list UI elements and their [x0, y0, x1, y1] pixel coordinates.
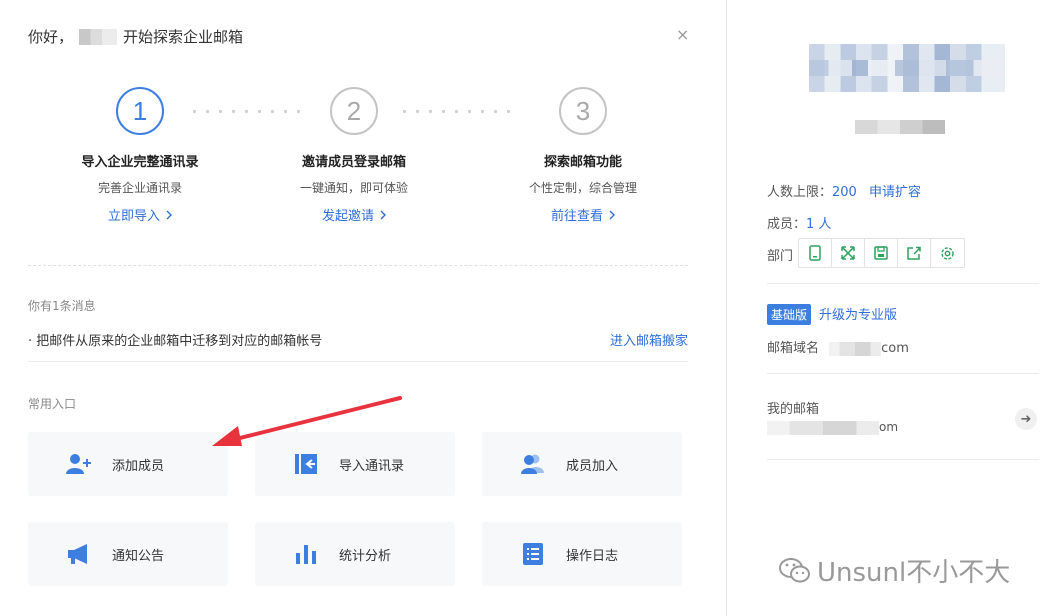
add-user-icon	[66, 451, 92, 477]
step-1-number: 1	[116, 87, 164, 135]
divider	[28, 265, 688, 266]
arrow-right-icon[interactable]: ➜	[1015, 408, 1037, 430]
statistics-icon	[293, 541, 319, 567]
step-1-link-label: 立即导入	[107, 209, 160, 224]
members-row: 成员：1 人	[767, 213, 831, 232]
message-item: · 把邮件从原来的企业邮箱中迁移到对应的邮箱帐号	[28, 334, 323, 349]
messages-label: 你有1条消息	[28, 299, 96, 313]
import-contacts-label: 导入通讯录	[339, 458, 405, 474]
upgrade-link[interactable]: 升级为专业版	[819, 308, 897, 323]
blurred-org-logo	[809, 60, 1005, 76]
step-2-number: 2	[330, 87, 378, 135]
org-info-panel: 人数上限：200 申请扩容 成员：1 人 部门 基础版 升级为专业版 邮箱域名 c…	[727, 0, 1053, 616]
watermark: Unsunl不小不大	[779, 552, 1010, 589]
step-3-link[interactable]: 前往查看	[551, 205, 615, 224]
save-icon[interactable]	[865, 239, 898, 267]
watermark-text: Unsunl不小不大	[817, 558, 1011, 588]
members-join-tile[interactable]: 成员加入	[482, 432, 682, 496]
blurred-username	[79, 28, 118, 45]
members-label: 成员：	[767, 217, 807, 232]
wechat-icon	[779, 557, 810, 582]
phone-icon[interactable]	[799, 239, 832, 267]
expand-icon[interactable]	[832, 239, 865, 267]
add-member-tile[interactable]: 添加成员	[28, 432, 228, 496]
edition-row: 基础版 升级为专业版	[767, 304, 897, 325]
step-2-link-label: 发起邀请	[321, 209, 374, 224]
onboarding-panel: 你好， 开始探索企业邮箱 × 1 导入企业完整通讯录 完善企业通讯录 立即导入 …	[0, 0, 726, 616]
domain-suffix: com	[881, 341, 909, 356]
apply-expansion-link[interactable]: 申请扩容	[869, 185, 921, 200]
blurred-mailbox-address	[767, 420, 879, 435]
members-join-label: 成员加入	[566, 458, 619, 474]
statistics-tile[interactable]: 统计分析	[255, 522, 455, 586]
announcement-tile[interactable]: 通知公告	[28, 522, 228, 586]
mailbox-suffix: om	[879, 420, 899, 434]
quota-row: 人数上限：200 申请扩容	[767, 181, 921, 200]
divider	[767, 283, 1039, 284]
members-join-icon	[520, 451, 546, 477]
edition-badge: 基础版	[767, 304, 812, 325]
statistics-label: 统计分析	[339, 548, 392, 564]
step-3-link-label: 前往查看	[550, 209, 603, 224]
dept-label: 部门	[767, 249, 794, 264]
blurred-org-name	[855, 120, 945, 134]
divider	[767, 459, 1039, 460]
quota-value: 200	[832, 185, 857, 200]
step-2-link[interactable]: 发起邀请	[322, 205, 386, 224]
members-count[interactable]: 1 人	[806, 217, 831, 232]
step-2-desc: 一键通知，即可体验	[299, 181, 408, 195]
dept-toolbar	[798, 238, 965, 268]
greeting-suffix: 开始探索企业邮箱	[123, 28, 244, 46]
import-contacts-tile[interactable]: 导入通讯录	[255, 432, 455, 496]
step-1: 1 导入企业完整通讯录 完善企业通讯录 立即导入	[40, 87, 240, 224]
domain-label: 邮箱域名	[767, 341, 820, 356]
settings-icon[interactable]	[931, 239, 964, 267]
operation-log-label: 操作日志	[566, 548, 619, 564]
step-3-title: 探索邮箱功能	[543, 155, 622, 170]
close-icon[interactable]: ×	[676, 25, 689, 44]
greeting-prefix: 你好，	[28, 28, 74, 46]
chevron-right-icon	[609, 210, 615, 219]
divider	[28, 361, 688, 362]
step-3-desc: 个性定制，综合管理	[528, 181, 637, 195]
step-2: 2 邀请成员登录邮箱 一键通知，即可体验 发起邀请	[254, 87, 454, 224]
share-icon[interactable]	[898, 239, 931, 267]
divider	[767, 373, 1039, 374]
announcement-icon	[66, 541, 92, 567]
step-3-number: 3	[559, 87, 607, 135]
shortcuts-label: 常用入口	[28, 397, 77, 411]
mail-migration-link[interactable]: 进入邮箱搬家	[610, 330, 688, 349]
my-mailbox-row: om	[767, 420, 898, 435]
step-3: 3 探索邮箱功能 个性定制，综合管理 前往查看	[483, 87, 683, 224]
step-2-title: 邀请成员登录邮箱	[301, 155, 406, 170]
import-contacts-icon	[293, 451, 319, 477]
step-1-desc: 完善企业通讯录	[97, 181, 182, 195]
quota-label: 人数上限：	[767, 185, 833, 200]
domain-row: 邮箱域名 com	[767, 337, 909, 356]
announcement-label: 通知公告	[112, 548, 165, 564]
add-member-label: 添加成员	[112, 458, 165, 474]
chevron-right-icon	[380, 210, 386, 219]
step-1-link[interactable]: 立即导入	[108, 205, 172, 224]
operation-log-tile[interactable]: 操作日志	[482, 522, 682, 586]
blurred-domain	[829, 341, 882, 356]
chevron-right-icon	[166, 210, 172, 219]
step-1-title: 导入企业完整通讯录	[81, 155, 199, 170]
my-mailbox-label: 我的邮箱	[767, 402, 820, 417]
log-icon	[520, 541, 546, 567]
greeting: 你好， 开始探索企业邮箱	[28, 26, 243, 47]
